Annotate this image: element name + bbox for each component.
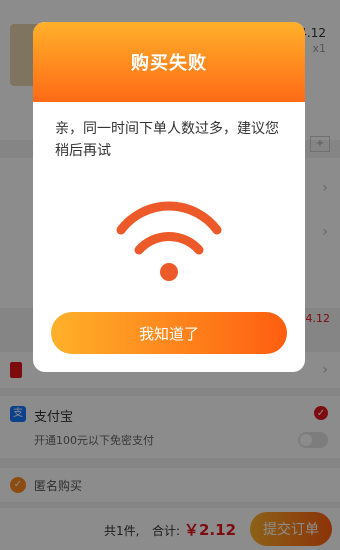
purchase-failed-dialog: 购买失败 亲，同一时间下单人数过多，建议您稍后再试 我知道了 <box>33 22 305 372</box>
dialog-title: 购买失败 <box>33 22 305 102</box>
wifi-icon <box>33 182 305 292</box>
order-page: 4.12 x1 + › › ￥4.12 › 支 支付宝 ✓ 开通100元以下免密… <box>0 0 340 550</box>
acknowledge-button[interactable]: 我知道了 <box>51 312 287 354</box>
dialog-message: 亲，同一时间下单人数过多，建议您稍后再试 <box>55 121 279 159</box>
